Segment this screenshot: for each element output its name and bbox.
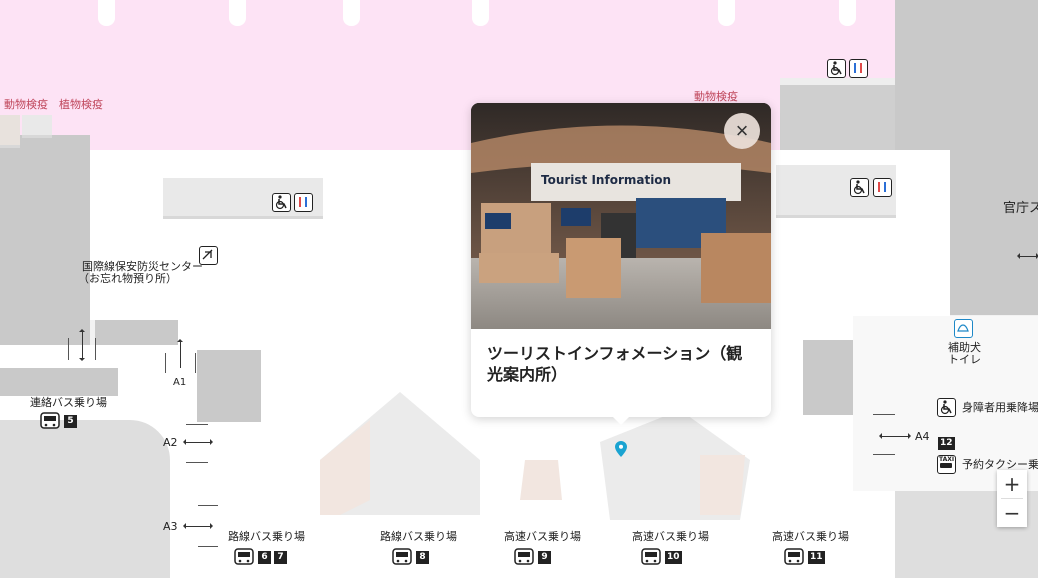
shuttle-bus-label[interactable]: 連絡バス乗り場 [30,396,107,409]
stop-number-badge: 6 [258,551,271,564]
gate-a1-label[interactable]: A1 [173,376,186,389]
gate-marker [165,353,166,373]
location-pin-icon[interactable] [615,441,627,457]
gate-a2-label[interactable]: A2 [163,436,178,449]
express-bus-label[interactable]: 高速バス乗り場 [772,530,849,543]
service-dog-toilet-label[interactable]: トイレ [948,353,981,366]
gate-marker [95,338,96,360]
taxi-icon-text: TAXI [939,456,955,463]
gate-tab [229,0,246,26]
bus-icon[interactable] [514,548,534,566]
taxi-icon[interactable]: TAXI [937,455,956,474]
stop-number-badge: 11 [808,551,825,564]
gate-marker [68,338,69,360]
stop-number-badge: 5 [64,415,77,428]
passage-arrow [79,329,85,361]
gate-a3-label[interactable]: A3 [163,520,178,533]
bus-icon[interactable] [40,412,60,430]
gate-marker [198,505,218,506]
express-bus-label[interactable]: 高速バス乗り場 [632,530,709,543]
gate-tab [98,0,115,26]
restroom-icon[interactable] [873,178,892,197]
zoom-out-button[interactable]: − [997,499,1027,527]
restroom-icon[interactable] [849,59,868,78]
gate-tab [718,0,735,26]
bus-icon[interactable] [641,548,661,566]
gate-tab [343,0,360,26]
restroom-icon[interactable] [294,193,313,212]
grey-triangle [197,350,261,422]
gate-marker [186,462,208,463]
express-bus-label[interactable]: 高速バス乗り場 [504,530,581,543]
building-west [0,135,90,345]
poi-title: ツーリストインフォメーション（観光案内所） [487,344,743,384]
wheelchair-icon[interactable] [850,178,869,197]
plant-quarantine-label[interactable]: 植物検疫 [59,96,103,112]
road-corner [0,420,170,578]
poi-popup[interactable]: Tourist Information × ツーリストインフォメーション（観光案… [471,103,771,425]
wheelchair-icon[interactable] [937,398,956,417]
gate-tab [472,0,489,26]
small-block [22,115,52,135]
stop-number-badge: 12 [938,437,955,450]
animal-quarantine-label[interactable]: 動物検疫 [4,96,48,112]
small-block [0,115,20,145]
bus-icon[interactable] [234,548,254,566]
gate-marker [873,414,895,415]
lost-property-label[interactable]: （お忘れ物預り所） [78,272,177,285]
wheelchair-icon[interactable] [827,59,846,78]
zoom-in-button[interactable]: + [997,470,1027,498]
service-dog-icon[interactable] [954,319,973,338]
gate-marker [873,454,895,455]
disabled-boarding-label[interactable]: 身障者用乗降場 [962,401,1038,414]
passage-arrow [1017,253,1038,259]
stop-number-badge: 9 [538,551,551,564]
wheelchair-icon[interactable] [272,193,291,212]
stop-number-badge: 8 [416,551,429,564]
govt-office-label[interactable]: 官庁ス [1003,202,1038,215]
bus-icon[interactable] [784,548,804,566]
gate-a4-label[interactable]: A4 [915,430,930,443]
a4-arrow [879,433,911,439]
stairs-block [0,368,118,396]
route-bus-label[interactable]: 路線バス乗り場 [228,530,305,543]
building-east-lower [950,220,1038,315]
animal-quarantine-label[interactable]: 動物検疫 [694,88,738,104]
a1-arrow [177,339,183,368]
a3-arrow [183,523,213,529]
stop-number-badge: 10 [665,551,682,564]
stop-number-badge: 7 [274,551,287,564]
a2-arrow [183,439,213,445]
route-bus-label[interactable]: 路線バス乗り場 [380,530,457,543]
gate-marker [186,424,208,425]
gate-marker [198,546,218,547]
gate-tab [839,0,856,26]
gate-marker [195,353,196,373]
bus-icon[interactable] [392,548,412,566]
close-button[interactable]: × [724,113,760,149]
zoom-control: + − [997,470,1027,527]
photo-sign-text: Tourist Information [541,173,672,187]
